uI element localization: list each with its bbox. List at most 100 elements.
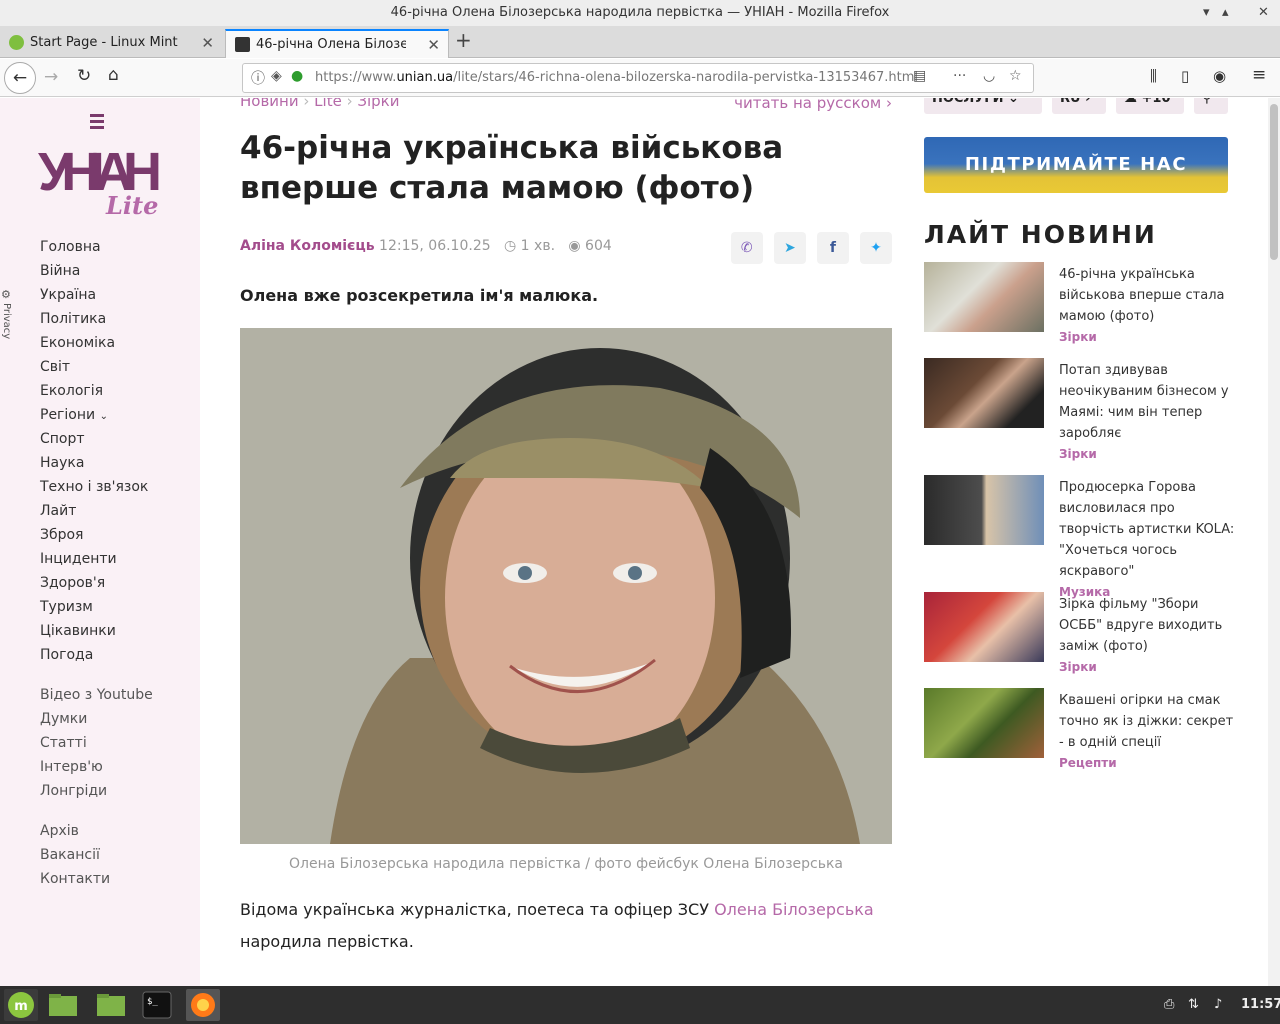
menu-icon[interactable]: ≡ bbox=[1252, 65, 1266, 85]
nav-item[interactable]: Думки bbox=[40, 710, 153, 734]
telegram-icon[interactable]: ➤ bbox=[773, 232, 806, 264]
news-category[interactable]: Рецепти bbox=[1059, 753, 1239, 774]
tab-close-icon[interactable]: ✕ bbox=[427, 31, 440, 58]
facebook-icon[interactable]: f bbox=[816, 232, 849, 264]
news-thumbnail bbox=[924, 262, 1044, 332]
support-banner[interactable]: ПІДТРИМАЙТЕ НАС bbox=[924, 137, 1228, 193]
firefox-icon[interactable] bbox=[186, 989, 220, 1021]
lock-icon[interactable]: ● bbox=[291, 68, 303, 84]
news-text: Зірка фільму "Збори ОСББ" вдруге виходит… bbox=[1059, 594, 1239, 678]
nav-item[interactable]: Техно і зв'язок bbox=[40, 478, 153, 502]
nav-item[interactable]: Інциденти bbox=[40, 550, 153, 574]
tab-start-page[interactable]: Start Page - Linux Mint ✕ bbox=[0, 29, 222, 58]
article-body: Відома українська журналістка, поетеса т… bbox=[240, 894, 892, 958]
article-title: 46-річна українська військова вперше ста… bbox=[240, 130, 784, 206]
nav-item[interactable]: Економіка bbox=[40, 334, 153, 358]
tab-unian[interactable]: 46-річна Олена Білозерська ✕ bbox=[225, 29, 449, 58]
network-icon[interactable]: ⇅ bbox=[1188, 986, 1199, 1024]
breadcrumb: Новини › Lite › Зірки bbox=[240, 98, 400, 110]
viber-icon[interactable]: ✆ bbox=[730, 232, 763, 264]
shield-icon[interactable]: ◈ bbox=[271, 68, 282, 84]
page-icon bbox=[235, 37, 250, 52]
reload-icon[interactable]: ↻ bbox=[77, 66, 91, 86]
files-icon[interactable] bbox=[46, 989, 80, 1021]
twitter-icon[interactable]: ✦ bbox=[860, 232, 892, 264]
nav-item[interactable]: Статті bbox=[40, 734, 153, 758]
nav-item[interactable]: Вакансії bbox=[40, 846, 153, 870]
nav-item[interactable]: Україна bbox=[40, 286, 153, 310]
nav-item[interactable]: Цікавинки bbox=[40, 622, 153, 646]
nav-item[interactable]: Лонгріди bbox=[40, 782, 153, 806]
services-button[interactable]: ПОСЛУГИ ⌄ bbox=[924, 98, 1042, 114]
nav-item[interactable]: Туризм bbox=[40, 598, 153, 622]
privacy-tab[interactable]: ⚙ Privacy bbox=[1, 288, 17, 348]
new-tab-icon[interactable]: + bbox=[455, 28, 472, 52]
nav-item[interactable]: Світ bbox=[40, 358, 153, 382]
web-page: УНІАН Lite ⚙ Privacy Головна Війна Украї… bbox=[0, 98, 1280, 986]
nav-item[interactable]: Наука bbox=[40, 454, 153, 478]
unian-lite-logo[interactable]: УНІАН Lite bbox=[38, 112, 168, 222]
reader-view-icon[interactable]: ▤ bbox=[913, 68, 926, 84]
printer-icon[interactable]: ⎙ bbox=[1164, 986, 1174, 1024]
news-thumbnail bbox=[924, 688, 1044, 758]
bookmark-star-icon[interactable]: ☆ bbox=[1009, 68, 1022, 84]
nav-item[interactable]: Війна bbox=[40, 262, 153, 286]
nav-item[interactable]: Головна bbox=[40, 238, 153, 262]
nav-item[interactable]: Погода bbox=[40, 646, 153, 670]
svg-text:$_: $_ bbox=[147, 997, 158, 1007]
language-button[interactable]: RU › bbox=[1052, 98, 1106, 114]
article-meta: Аліна Коломієць 12:15, 06.10.25 ◷ 1 хв. … bbox=[240, 238, 612, 254]
news-category[interactable]: Зірки bbox=[1059, 657, 1239, 678]
back-icon[interactable]: ← bbox=[4, 62, 36, 94]
info-icon[interactable]: ⓘ bbox=[251, 68, 265, 88]
nav-item[interactable]: Інтерв'ю bbox=[40, 758, 153, 782]
person-link[interactable]: Олена Білозерська bbox=[714, 900, 874, 919]
author-link[interactable]: Аліна Коломієць bbox=[240, 238, 375, 254]
tab-close-icon[interactable]: ✕ bbox=[201, 29, 214, 57]
site-sidebar: УНІАН Lite ⚙ Privacy Головна Війна Украї… bbox=[0, 98, 200, 986]
nav-item[interactable]: Здоров'я bbox=[40, 574, 153, 598]
breadcrumb-item[interactable]: Новини bbox=[240, 98, 299, 110]
publish-time: 12:15, 06.10.25 bbox=[379, 238, 491, 254]
news-category[interactable]: Зірки bbox=[1059, 444, 1239, 465]
nav-item[interactable]: Контакти bbox=[40, 870, 153, 894]
body-text: народила первістка. bbox=[240, 932, 414, 951]
pocket-icon[interactable]: ◡ bbox=[983, 68, 995, 84]
nav-item[interactable]: Спорт bbox=[40, 430, 153, 454]
news-category[interactable]: Зірки bbox=[1059, 327, 1239, 348]
nav-item-regions[interactable]: Регіони ⌄ bbox=[40, 406, 153, 430]
chevron-right-icon: › bbox=[303, 98, 315, 110]
search-icon[interactable]: ⚲ bbox=[1194, 98, 1228, 114]
mint-menu-icon[interactable]: m bbox=[4, 989, 38, 1021]
nav-item[interactable]: Лайт bbox=[40, 502, 153, 526]
russian-version-link[interactable]: читать на русском › bbox=[734, 98, 892, 112]
minimize-icon[interactable]: ▾ bbox=[1203, 0, 1210, 26]
scrollbar-thumb[interactable] bbox=[1270, 104, 1278, 260]
maximize-icon[interactable]: ▴ bbox=[1222, 0, 1229, 26]
url-domain: unian.ua bbox=[396, 70, 454, 85]
sidebar-toggle-icon[interactable]: ▯ bbox=[1181, 67, 1189, 85]
library-icon[interactable]: ⫼ bbox=[1150, 67, 1157, 85]
nav-item[interactable]: Політика bbox=[40, 310, 153, 334]
article-photo[interactable] bbox=[240, 328, 892, 844]
terminal-icon[interactable]: $_ bbox=[140, 989, 174, 1021]
nav-item[interactable]: Архів bbox=[40, 822, 153, 846]
url-bar[interactable]: ⓘ ◈ ● https://www.unian.ua/lite/stars/46… bbox=[242, 63, 1034, 93]
nav-item[interactable]: Відео з Youtube bbox=[40, 686, 153, 710]
account-icon[interactable]: ◉ bbox=[1213, 67, 1226, 85]
nav-item[interactable]: Екологія bbox=[40, 382, 153, 406]
close-window-icon[interactable]: ✕ bbox=[1258, 0, 1269, 26]
breadcrumb-item[interactable]: Зірки bbox=[357, 98, 399, 110]
clock[interactable]: 11:57 bbox=[1241, 986, 1280, 1024]
nav-item[interactable]: Зброя bbox=[40, 526, 153, 550]
folder-icon[interactable] bbox=[94, 989, 128, 1021]
weather-button[interactable]: ☁ +10 bbox=[1116, 98, 1184, 114]
home-icon[interactable]: ⌂ bbox=[108, 65, 119, 85]
breadcrumb-item[interactable]: Lite bbox=[314, 98, 342, 110]
forward-icon[interactable]: → bbox=[44, 67, 58, 87]
privacy-label: Privacy bbox=[1, 303, 12, 340]
page-actions-icon[interactable]: ··· bbox=[953, 68, 966, 84]
photo-caption: Олена Білозерська народила первістка / ф… bbox=[289, 856, 843, 872]
volume-icon[interactable]: ♪ bbox=[1214, 986, 1222, 1024]
url-prefix: https://www. bbox=[315, 70, 397, 85]
